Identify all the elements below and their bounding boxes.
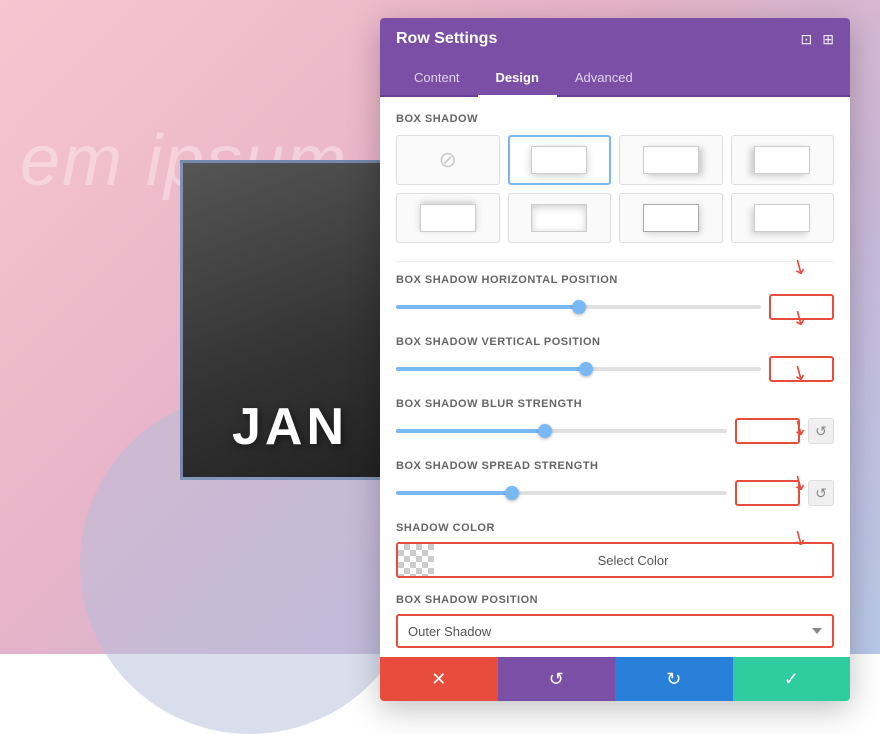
redo-button[interactable]: ↻: [615, 657, 733, 701]
spread-strength-control: 10px ↺: [396, 480, 834, 506]
shadow-option-5[interactable]: [508, 193, 612, 243]
blur-strength-control: 53px ↺: [396, 418, 834, 444]
vertical-position-label: Box Shadow Vertical Position: [396, 336, 834, 348]
spread-strength-input[interactable]: 10px: [735, 480, 800, 506]
spread-strength-track[interactable]: [396, 491, 727, 495]
color-selector[interactable]: Select Color: [396, 542, 834, 578]
blur-strength-reset[interactable]: ↺: [808, 418, 834, 444]
horizontal-position-label: Box Shadow Horizontal Position: [396, 274, 834, 286]
spread-strength-reset[interactable]: ↺: [808, 480, 834, 506]
bottom-bar: ✕ ↺ ↻ ✓: [380, 657, 850, 701]
shadow-option-6[interactable]: [619, 193, 723, 243]
shadow-option-3[interactable]: [731, 135, 835, 185]
save-button[interactable]: ✓: [733, 657, 851, 701]
tab-content[interactable]: Content: [396, 60, 478, 97]
color-select-label: Select Color: [434, 547, 832, 574]
image-panel: JAN: [180, 160, 400, 480]
spread-strength-row: Box Shadow Spread Strength 10px ↺: [396, 460, 834, 506]
tab-design[interactable]: Design: [478, 60, 557, 97]
tab-advanced[interactable]: Advanced: [557, 60, 651, 97]
blur-strength-row: Box Shadow Blur Strength 53px ↺: [396, 398, 834, 444]
shadow-color-label: Shadow Color: [396, 522, 834, 534]
horizontal-position-row: Box Shadow Horizontal Position 0px: [396, 274, 834, 320]
panel-title: Row Settings: [396, 30, 497, 48]
undo-button[interactable]: ↺: [498, 657, 616, 701]
vertical-position-control: 2px: [396, 356, 834, 382]
shadow-position-select[interactable]: Outer Shadow Inner Shadow: [396, 614, 834, 648]
box-shadow-label: Box Shadow: [396, 113, 834, 125]
vertical-position-input[interactable]: 2px: [769, 356, 834, 382]
shadow-option-1[interactable]: [508, 135, 612, 185]
cancel-button[interactable]: ✕: [380, 657, 498, 701]
panel-header: Row Settings ⊡ ⊞: [380, 18, 850, 60]
shadow-option-none[interactable]: [396, 135, 500, 185]
settings-panel: Row Settings ⊡ ⊞ Content Design Advanced…: [380, 18, 850, 701]
fullscreen-icon[interactable]: ⊡: [801, 31, 813, 48]
shadow-option-2[interactable]: [619, 135, 723, 185]
horizontal-position-control: 0px: [396, 294, 834, 320]
blur-strength-input[interactable]: 53px: [735, 418, 800, 444]
shadow-position-label: Box Shadow Position: [396, 594, 834, 606]
horizontal-position-input[interactable]: 0px: [769, 294, 834, 320]
vertical-position-row: Box Shadow Vertical Position 2px: [396, 336, 834, 382]
spread-strength-label: Box Shadow Spread Strength: [396, 460, 834, 472]
horizontal-position-track[interactable]: [396, 305, 761, 309]
columns-icon[interactable]: ⊞: [822, 31, 834, 48]
header-icons: ⊡ ⊞: [801, 31, 834, 48]
panel-content: Box Shadow Box Shadow Horizontal Positio…: [380, 97, 850, 657]
tab-bar: Content Design Advanced: [380, 60, 850, 97]
shadow-options-grid: [396, 135, 834, 243]
shadow-color-row: Shadow Color Select Color: [396, 522, 834, 578]
blur-strength-track[interactable]: [396, 429, 727, 433]
vertical-position-track[interactable]: [396, 367, 761, 371]
shadow-option-4[interactable]: [396, 193, 500, 243]
image-panel-text: JAN: [232, 397, 348, 477]
shadow-option-7[interactable]: [731, 193, 835, 243]
blur-strength-label: Box Shadow Blur Strength: [396, 398, 834, 410]
shadow-position-row: Box Shadow Position Outer Shadow Inner S…: [396, 594, 834, 648]
color-swatch: [398, 544, 434, 576]
